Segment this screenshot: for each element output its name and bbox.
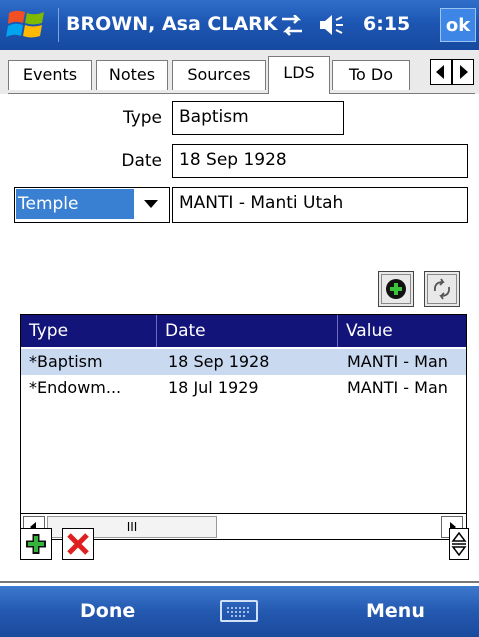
up-down-arrows-icon: [451, 531, 467, 557]
tab-events[interactable]: Events: [8, 60, 92, 90]
tab-to-do[interactable]: To Do: [332, 60, 410, 90]
vertical-scroll-stepper[interactable]: [449, 528, 469, 560]
place-type-selected: Temple: [16, 189, 134, 219]
title-separator: [58, 8, 59, 42]
place-type-dropdown[interactable]: Temple: [14, 187, 170, 223]
add-place-frame: [381, 274, 411, 304]
chevron-down-icon: [144, 200, 158, 208]
list-row[interactable]: *Endowm... 18 Jul 1929 MANTI - Man: [21, 375, 466, 401]
tab-strip: Events Notes Sources LDS To Do: [0, 50, 479, 94]
add-icon: [26, 534, 46, 554]
tab-sources[interactable]: Sources: [172, 60, 266, 90]
window-title: BROWN, Asa CLARK: [66, 13, 278, 35]
add-ordinance-button[interactable]: [20, 528, 52, 560]
delete-icon: [67, 533, 89, 555]
refresh-place-button[interactable]: [424, 271, 460, 307]
volume-icon[interactable]: [318, 13, 348, 37]
list-row[interactable]: *Baptism 18 Sep 1928 MANTI - Man: [21, 349, 466, 375]
tab-notes[interactable]: Notes: [96, 60, 168, 90]
add-place-icon: [386, 279, 406, 299]
row-value: MANTI - Man: [347, 352, 448, 371]
keyboard-icon[interactable]: [220, 600, 258, 622]
clock[interactable]: 6:15: [363, 13, 410, 35]
title-bar: BROWN, Asa CLARK 6:15 ok: [0, 0, 479, 50]
content-bottom-border: [0, 581, 479, 583]
row-type: *Endowm...: [29, 378, 122, 397]
row-type: *Baptism: [29, 352, 103, 371]
arrow-right-icon: [460, 65, 468, 79]
date-label: Date: [121, 151, 162, 171]
tab-scroll-right-button[interactable]: [452, 59, 474, 85]
tab-lds[interactable]: LDS: [268, 56, 330, 94]
row-value: MANTI - Man: [347, 378, 448, 397]
ok-button[interactable]: ok: [440, 8, 476, 42]
connectivity-icon[interactable]: [278, 15, 306, 37]
place-field[interactable]: MANTI - Manti Utah: [172, 187, 468, 223]
arrow-left-icon: [436, 65, 444, 79]
keyboard-keys-icon: [227, 607, 251, 617]
main-content: Events Notes Sources LDS To Do Type Bapt…: [0, 50, 479, 588]
type-field[interactable]: Baptism: [172, 101, 344, 135]
done-softkey[interactable]: Done: [80, 586, 135, 637]
menu-softkey[interactable]: Menu: [366, 586, 425, 637]
delete-ordinance-button[interactable]: [62, 528, 94, 560]
ordinance-list[interactable]: Type Date Value *Baptism 18 Sep 1928 MAN…: [20, 314, 467, 540]
windows-start-icon[interactable]: [6, 7, 48, 43]
add-place-button[interactable]: [378, 271, 414, 307]
date-field[interactable]: 18 Sep 1928: [172, 144, 468, 178]
softkey-bar: Done Menu: [0, 586, 479, 637]
refresh-place-icon: [434, 278, 450, 300]
type-label: Type: [122, 108, 162, 128]
refresh-place-frame: [427, 274, 457, 304]
list-header: Type Date Value: [21, 315, 466, 347]
column-header-date[interactable]: Date: [157, 315, 337, 347]
row-date: 18 Sep 1928: [168, 352, 270, 371]
column-header-type[interactable]: Type: [21, 315, 156, 347]
tab-divider: [8, 93, 475, 94]
column-header-value[interactable]: Value: [338, 315, 466, 347]
row-date: 18 Jul 1929: [168, 378, 259, 397]
tab-scroll-left-button[interactable]: [430, 59, 452, 85]
